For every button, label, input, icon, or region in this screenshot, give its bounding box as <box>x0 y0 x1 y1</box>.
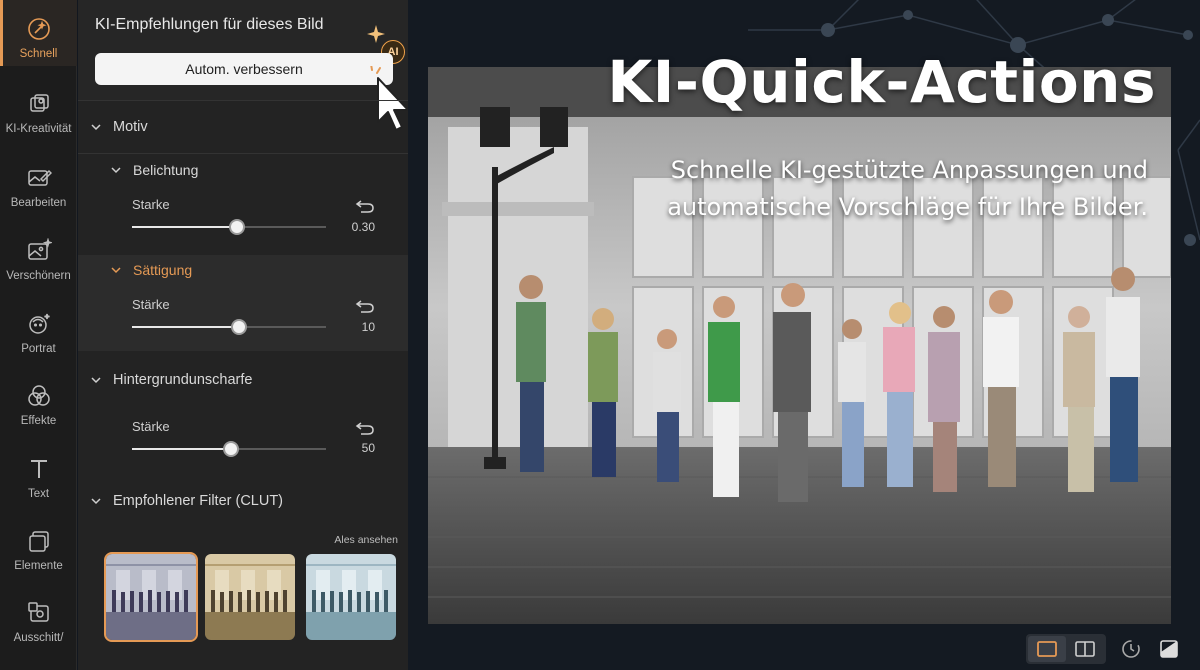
section-label: Motiv <box>113 119 148 135</box>
rail-item-effekte[interactable]: Effekte <box>0 367 77 433</box>
reset-icon[interactable] <box>355 420 375 436</box>
filter-thumb-original[interactable] <box>104 552 198 642</box>
hintergrund-slider[interactable] <box>132 441 326 457</box>
rail-item-verschoenern[interactable]: Verschönern <box>0 222 77 288</box>
section-label: Empfohlener Filter (CLUT) <box>113 493 284 509</box>
photo-image <box>428 67 1171 624</box>
slider-fill <box>132 448 231 450</box>
filter-preview-image <box>106 554 196 640</box>
headline: KI-Quick-Actions <box>607 48 1156 116</box>
edited-photo[interactable] <box>428 67 1171 624</box>
slider-fill <box>132 226 237 228</box>
chevron-down-icon <box>91 124 101 131</box>
panel-title: KI-Empfehlungen für dieses Bild <box>95 16 324 33</box>
slider-value: 0.30 <box>351 220 375 234</box>
subline-line-1: Schnelle KI-gestützte Anpassungen und <box>670 156 1148 184</box>
reset-icon[interactable] <box>355 298 375 314</box>
rail-item-schnell[interactable]: Schnell <box>0 0 77 66</box>
section-saettigung[interactable]: Sättigung <box>78 254 408 286</box>
rail-item-ki-kreativitaet[interactable]: KI-Kreativität <box>0 75 77 141</box>
filter-preview-image <box>205 554 295 640</box>
chevron-down-icon <box>111 167 121 174</box>
slider-value: 10 <box>361 320 375 334</box>
rail-item-bearbeiten[interactable]: Bearbeiten <box>0 149 77 215</box>
chevron-down-icon <box>111 267 121 274</box>
filter-thumb-warm[interactable] <box>205 554 295 640</box>
slider-knob[interactable] <box>230 319 247 335</box>
rail-label: Effekte <box>20 415 57 427</box>
slider-knob[interactable] <box>222 441 239 457</box>
rail-label: Schnell <box>19 48 58 60</box>
ai-creative-icon <box>29 94 49 112</box>
slider-knob[interactable] <box>228 219 245 235</box>
elements-icon <box>28 531 49 552</box>
rail-label: KI-Kreativität <box>5 123 72 135</box>
slider-label: Stärke <box>132 297 170 312</box>
subline-line-2: automatische Vorschläge für Ihre Bilder. <box>667 193 1148 221</box>
rail-label: Verschönern <box>6 270 71 282</box>
section-label: Sättigung <box>133 262 193 278</box>
rail-label: Elemente <box>14 560 63 572</box>
view-toggle[interactable] <box>1026 634 1106 664</box>
portrait-icon <box>28 313 50 334</box>
settings-panel: KI-Empfehlungen für dieses Bild AI Autom… <box>78 0 409 670</box>
reset-icon[interactable] <box>355 198 375 214</box>
see-all-link[interactable]: Ales ansehen <box>334 534 398 546</box>
slider-fill <box>132 326 239 328</box>
rail-item-portrat[interactable]: Portrat <box>0 295 77 361</box>
chevron-down-icon <box>91 498 101 505</box>
section-label: Hintergrundunscharfe <box>113 372 253 388</box>
auto-enhance-button[interactable]: Autom. verbessern <box>95 53 393 85</box>
rail-label: Portrat <box>21 343 56 355</box>
history-icon[interactable] <box>1120 638 1142 660</box>
panel-header: KI-Empfehlungen für dieses Bild AI Autom… <box>78 0 409 131</box>
text-icon <box>30 460 47 478</box>
section-belichtung[interactable]: Belichtung <box>78 154 408 186</box>
compare-icon[interactable] <box>1158 638 1180 660</box>
effects-icon <box>27 385 50 406</box>
tool-rail: Schnell KI-Kreativität Bearbeiten Versch… <box>0 0 77 670</box>
edit-image-icon <box>27 169 52 186</box>
slider-label: Starke <box>132 197 170 212</box>
section-label: Belichtung <box>133 162 199 178</box>
chevron-down-icon <box>91 377 101 384</box>
section-filter[interactable]: Empfohlener Filter (CLUT) <box>78 485 408 517</box>
filter-preview-image <box>306 554 396 640</box>
saettigung-slider[interactable] <box>132 319 326 335</box>
slider-label: Stärke <box>132 419 170 434</box>
subline: Schnelle KI-gestützte Anpassungen und au… <box>528 152 1148 226</box>
rail-label: Text <box>27 488 50 500</box>
section-motiv[interactable]: Motiv <box>78 111 408 143</box>
sparkle-icon <box>367 25 385 43</box>
canvas-area: KI-Quick-Actions Schnelle KI-gestützte A… <box>408 0 1200 670</box>
divider <box>78 100 408 101</box>
rail-item-text[interactable]: Text <box>0 440 77 506</box>
cutout-icon <box>27 602 49 622</box>
slider-value: 50 <box>361 441 375 455</box>
section-hintergrund[interactable]: Hintergrundunscharfe <box>78 364 408 396</box>
magic-wand-icon <box>27 18 50 40</box>
rail-item-ausschnitt[interactable]: Ausschitt/ <box>0 584 77 650</box>
rail-label: Ausschitt/ <box>13 632 64 644</box>
rail-label: Bearbeiten <box>10 197 67 209</box>
belichtung-slider[interactable] <box>132 219 326 235</box>
rail-item-elemente[interactable]: Elemente <box>0 512 77 578</box>
filter-thumb-cool[interactable] <box>306 554 396 640</box>
beautify-icon <box>27 238 52 260</box>
